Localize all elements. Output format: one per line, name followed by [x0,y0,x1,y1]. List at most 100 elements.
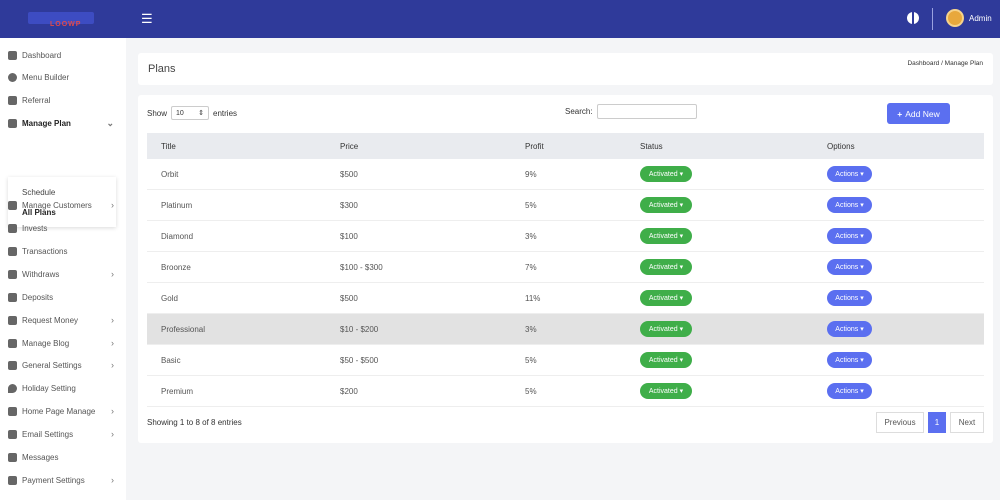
search-control: Search: [565,104,697,119]
chevron-right-icon: › [111,429,114,439]
status-dropdown[interactable]: Activated ▾ [640,259,692,275]
status-dropdown[interactable]: Activated ▾ [640,321,692,337]
sidebar-item-label: Messages [22,452,59,462]
sidebar-item-menu-builder[interactable]: Menu Builder [8,68,120,86]
plant-icon [8,292,17,302]
page-header-card: Plans Dashboard / Manage Plan [138,53,993,85]
cell-title: Diamond [161,232,194,241]
cell-price: $100 - $300 [340,263,383,272]
caret-down-icon: ▾ [677,171,684,178]
status-label: Activated [648,325,678,333]
cell-price: $300 [340,201,358,210]
sidebar-item-withdraws[interactable]: Withdraws › [8,265,120,283]
sidebar-item-holiday-setting[interactable]: Holiday Setting [8,379,120,397]
sidebar-item-messages[interactable]: Messages [8,448,120,466]
caret-down-icon: ▾ [677,388,684,395]
actions-label: Actions [835,201,859,209]
page-length-select[interactable]: 10 ⇕ [171,106,210,120]
breadcrumb[interactable]: Dashboard / Manage Plan [907,60,983,67]
actions-dropdown[interactable]: Actions ▾ [827,290,872,306]
next-page-button[interactable]: Next [950,412,984,433]
cell-profit: 5% [525,201,537,210]
sidebar-item-manage-plan[interactable]: Manage Plan ⌄ [8,114,120,132]
sidebar-item-label: Manage Plan [22,118,71,128]
status-dropdown[interactable]: Activated ▾ [640,352,692,368]
caret-down-icon: ▾ [858,233,864,240]
divider [932,8,933,30]
column-header-status[interactable]: Status [640,142,663,151]
status-label: Activated [648,356,678,364]
globe-icon[interactable] [907,12,919,24]
sidebar-item-deposits[interactable]: Deposits [8,288,120,306]
cell-price: $10 - $200 [340,325,379,334]
search-input[interactable] [596,104,697,119]
sidebar-item-referral[interactable]: Referral [8,91,120,109]
user-icon [8,200,17,210]
chevron-right-icon: › [111,360,114,370]
add-new-label: Add New [905,108,940,119]
plus-icon: + [897,108,903,119]
caret-down-icon: ▾ [858,264,864,271]
send-icon [8,118,17,128]
sidebar-item-label: Transactions [22,246,68,256]
status-label: Activated [648,263,678,271]
page-1-button[interactable]: 1 [928,412,946,433]
actions-dropdown[interactable]: Actions ▾ [827,197,872,213]
actions-dropdown[interactable]: Actions ▾ [827,352,872,368]
user-name[interactable]: Admin [969,14,992,23]
add-new-button[interactable]: + Add New [887,103,950,124]
actions-dropdown[interactable]: Actions ▾ [827,166,872,182]
sidebar-item-general-settings[interactable]: General Settings › [8,356,120,374]
sidebar-item-manage-blog[interactable]: Manage Blog › [8,334,120,352]
sidebar-item-manage-customers[interactable]: Manage Customers › [8,196,120,214]
messages-icon [8,452,17,462]
cell-profit: 3% [525,325,537,334]
table-row: Gold $500 11% Activated ▾ Actions ▾ [147,283,984,314]
column-header-options[interactable]: Options [827,142,855,151]
status-dropdown[interactable]: Activated ▾ [640,290,692,306]
status-dropdown[interactable]: Activated ▾ [640,383,692,399]
caret-down-icon: ▾ [858,357,864,364]
table-row: Orbit $500 9% Activated ▾ Actions ▾ [147,159,984,190]
avatar[interactable] [946,9,964,27]
actions-dropdown[interactable]: Actions ▾ [827,259,872,275]
status-dropdown[interactable]: Activated ▾ [640,197,692,213]
column-header-profit[interactable]: Profit [525,142,544,151]
sidebar-item-invests[interactable]: Invests [8,219,120,237]
column-header-title[interactable]: Title [161,142,176,151]
caret-down-icon: ▾ [677,357,684,364]
logo[interactable]: LOOWP [28,8,98,30]
status-dropdown[interactable]: Activated ▾ [640,166,692,182]
table-row: Diamond $100 3% Activated ▾ Actions ▾ [147,221,984,252]
column-header-price[interactable]: Price [340,142,358,151]
actions-dropdown[interactable]: Actions ▾ [827,383,872,399]
table-header: Title Price Profit Status Options [147,133,984,159]
select-arrows-icon: ⇕ [198,110,205,117]
entries-label: entries [213,108,238,118]
status-dropdown[interactable]: Activated ▾ [640,228,692,244]
sidebar-item-request-money[interactable]: Request Money › [8,311,120,329]
drop-icon [8,383,17,393]
sidebar-item-home-page-manage[interactable]: Home Page Manage › [8,402,120,420]
actions-label: Actions [835,294,859,302]
status-label: Activated [648,201,678,209]
sidebar-item-dashboard[interactable]: Dashboard [8,46,120,64]
sidebar-item-transactions[interactable]: Transactions [8,242,120,260]
actions-dropdown[interactable]: Actions ▾ [827,228,872,244]
gears-icon [8,95,17,105]
card-icon [8,475,17,485]
sidebar-item-email-settings[interactable]: Email Settings › [8,425,120,443]
sidebar-item-label: Menu Builder [22,72,70,82]
sidebar-item-label: Manage Blog [22,338,70,348]
actions-dropdown[interactable]: Actions ▾ [827,321,872,337]
chevron-right-icon: › [111,200,114,210]
cell-profit: 3% [525,232,537,241]
sidebar-item-payment-settings[interactable]: Payment Settings › [8,471,120,489]
search-label: Search: [565,107,593,116]
previous-page-button[interactable]: Previous [876,412,924,433]
show-label: Show [147,108,168,118]
hamburger-menu-icon[interactable]: ☰ [141,11,153,27]
email-icon [8,429,17,439]
sidebar-item-label: Email Settings [22,429,74,439]
caret-down-icon: ▾ [858,326,864,333]
